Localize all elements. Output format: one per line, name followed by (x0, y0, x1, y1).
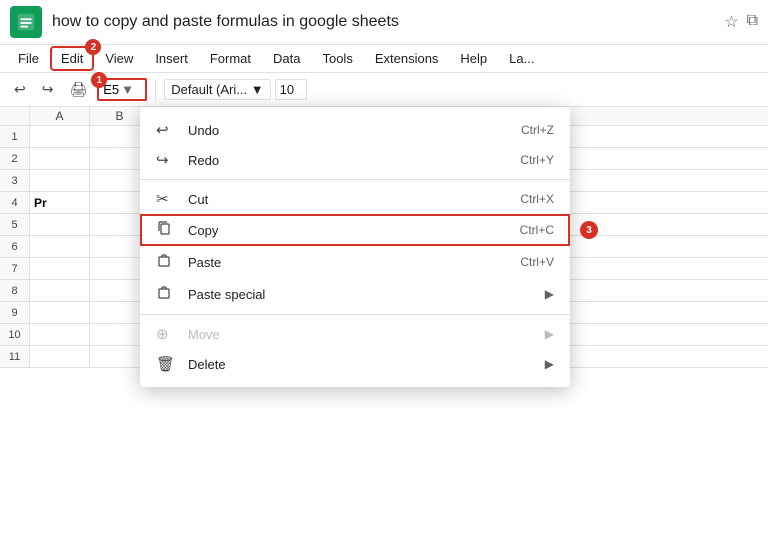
move-label: Move (188, 327, 545, 342)
paste-special-icon (156, 284, 176, 304)
cut-icon: ✂ (156, 190, 176, 208)
window-icon[interactable]: ⧉ (747, 12, 758, 32)
row-num: 5 (0, 214, 30, 235)
move-arrow: ▶ (545, 327, 554, 341)
menu-section-undoredo: ↩ Undo Ctrl+Z ↪ Redo Ctrl+Y (140, 113, 570, 177)
paste-special-label: Paste special (188, 287, 545, 302)
cell-a6[interactable] (30, 236, 90, 257)
cell-a7[interactable] (30, 258, 90, 279)
menu-item-paste[interactable]: Paste Ctrl+V (140, 246, 570, 278)
redo-shortcut: Ctrl+Y (520, 153, 554, 167)
delete-icon: 🗑 (156, 355, 176, 373)
row-num: 10 (0, 324, 30, 345)
delete-arrow: ▶ (545, 357, 554, 371)
menu-item-cut[interactable]: ✂ Cut Ctrl+X (140, 184, 570, 214)
font-size-box[interactable]: 10 (275, 79, 307, 100)
paste-icon (156, 252, 176, 272)
row-num: 2 (0, 148, 30, 169)
cut-label: Cut (188, 192, 500, 207)
menu-section-edit: ⊕ Move ▶ 🗑 Delete ▶ (140, 314, 570, 381)
undo-label: Undo (188, 123, 501, 138)
cell-a8[interactable] (30, 280, 90, 301)
cell-a2[interactable] (30, 148, 90, 169)
cell-a11[interactable] (30, 346, 90, 367)
sheet-area: A B C D E 1 2 d 3 4 Pr Final Am (0, 107, 768, 368)
menu-insert[interactable]: Insert (145, 47, 198, 70)
page-title: how to copy and paste formulas in google… (52, 13, 714, 31)
menu-extensions[interactable]: Extensions (365, 47, 449, 70)
cell-a4[interactable]: Pr (30, 192, 90, 213)
row-num: 6 (0, 236, 30, 257)
menu-item-paste-special[interactable]: Paste special ▶ (140, 278, 570, 310)
edit-dropdown-menu: ↩ Undo Ctrl+Z ↪ Redo Ctrl+Y ✂ Cut Ctrl+X (140, 107, 570, 387)
menu-data[interactable]: Data (263, 47, 310, 70)
paste-shortcut: Ctrl+V (520, 255, 554, 269)
redo-button[interactable]: ↪ (36, 77, 60, 102)
row-num: 4 (0, 192, 30, 213)
row-num-header (0, 107, 30, 125)
menu-edit[interactable]: Edit 2 (51, 47, 93, 70)
menu-item-move[interactable]: ⊕ Move ▶ (140, 319, 570, 349)
menu-help[interactable]: Help (450, 47, 497, 70)
cut-shortcut: Ctrl+X (520, 192, 554, 206)
menu-view[interactable]: View (95, 47, 143, 70)
title-bar: how to copy and paste formulas in google… (0, 0, 768, 45)
redo-label: Redo (188, 153, 500, 168)
cell-name-box[interactable]: 1 E5 ▼ (97, 78, 147, 101)
delete-label: Delete (188, 357, 545, 372)
app-icon (10, 6, 42, 38)
menu-item-copy[interactable]: Copy Ctrl+C 3 (140, 214, 570, 246)
menu-file[interactable]: File (8, 47, 49, 70)
redo-icon: ↪ (156, 151, 176, 169)
toolbar: ↩ ↪ 🖨 1 E5 ▼ Default (Ari... ▼ 10 (0, 73, 768, 107)
menu-item-redo[interactable]: ↪ Redo Ctrl+Y (140, 145, 570, 175)
paste-label: Paste (188, 255, 500, 270)
undo-shortcut: Ctrl+Z (521, 123, 554, 137)
menu-more[interactable]: La... (499, 47, 544, 70)
copy-badge: 3 (580, 221, 598, 239)
copy-shortcut: Ctrl+C (520, 223, 554, 237)
row-num: 3 (0, 170, 30, 191)
title-icons: ☆ ⧉ (724, 12, 758, 32)
menu-item-delete[interactable]: 🗑 Delete ▶ (140, 349, 570, 379)
row-num: 11 (0, 346, 30, 367)
row-num: 8 (0, 280, 30, 301)
cell-a5[interactable] (30, 214, 90, 235)
toolbar-separator (155, 80, 156, 100)
copy-icon (156, 220, 176, 240)
row-num: 9 (0, 302, 30, 323)
paste-special-arrow: ▶ (545, 287, 554, 301)
cell-a9[interactable] (30, 302, 90, 323)
copy-label: Copy (188, 223, 500, 238)
menu-tools[interactable]: Tools (312, 47, 362, 70)
menu-bar: File Edit 2 View Insert Format Data Tool… (0, 45, 768, 73)
move-icon: ⊕ (156, 325, 176, 343)
cell-a3[interactable] (30, 170, 90, 191)
undo-button[interactable]: ↩ (8, 77, 32, 102)
undo-icon: ↩ (156, 121, 176, 139)
row-num: 1 (0, 126, 30, 147)
cell-a10[interactable] (30, 324, 90, 345)
cell-dropdown-icon[interactable]: ▼ (121, 82, 134, 97)
star-icon[interactable]: ☆ (724, 12, 738, 32)
menu-format[interactable]: Format (200, 47, 261, 70)
row-num: 7 (0, 258, 30, 279)
print-button[interactable]: 🖨 (63, 77, 93, 102)
menu-section-clipboard: ✂ Cut Ctrl+X Copy Ctrl+C 3 (140, 179, 570, 312)
col-header-a: A (30, 107, 90, 125)
font-selector[interactable]: Default (Ari... ▼ (164, 79, 270, 100)
menu-item-undo[interactable]: ↩ Undo Ctrl+Z (140, 115, 570, 145)
cell-a1[interactable] (30, 126, 90, 147)
